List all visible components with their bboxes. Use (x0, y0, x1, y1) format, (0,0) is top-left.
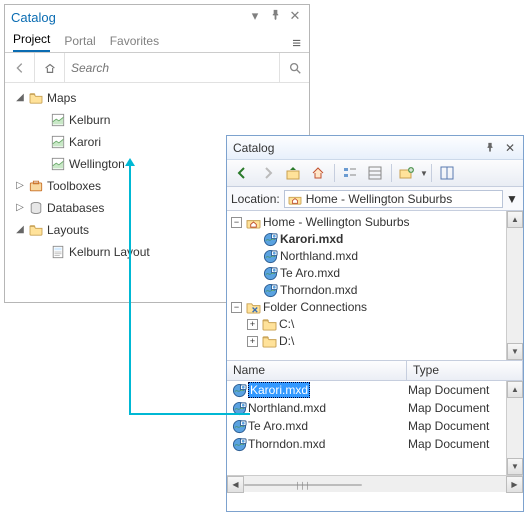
layout-icon (49, 245, 67, 259)
list-row[interactable]: Northland.mxdMap Document (227, 399, 523, 417)
mxd-icon (231, 437, 248, 452)
mxd-icon (262, 232, 279, 247)
folder-icon (261, 335, 278, 348)
pro-title: Catalog (11, 10, 56, 25)
home-folder-icon (287, 193, 303, 205)
search-icon[interactable] (279, 53, 309, 83)
map-icon (49, 157, 67, 171)
folder-conn-icon (245, 301, 262, 314)
mxd-icon (262, 283, 279, 298)
old-toolbar: ▼ (227, 160, 523, 187)
v-scrollbar[interactable]: ▲▼ (506, 381, 523, 475)
tree-folder-connections[interactable]: −Folder Connections (231, 299, 521, 316)
row-name: Northland.mxd (248, 401, 408, 415)
folder-icon (261, 318, 278, 331)
home-button[interactable] (35, 53, 65, 83)
expander-icon[interactable]: ◢ (13, 219, 27, 241)
tab-portal[interactable]: Portal (64, 32, 95, 52)
mxd-item[interactable]: Karori.mxd (247, 231, 521, 248)
close-button[interactable]: ✕ (287, 9, 303, 25)
old-titlebar: Catalog ✕ (227, 136, 523, 160)
map-icon (49, 113, 67, 127)
back-button[interactable] (5, 53, 35, 83)
location-box[interactable]: Home - Wellington Suburbs (284, 190, 503, 208)
search-input[interactable] (65, 54, 279, 82)
location-dropdown-icon[interactable]: ▼ (505, 192, 519, 206)
hamburger-icon[interactable]: ≡ (292, 35, 301, 52)
close-button[interactable]: ✕ (503, 141, 517, 155)
map-item-kelburn[interactable]: Kelburn (35, 109, 309, 131)
list-header: Name Type (227, 361, 523, 381)
expander-icon[interactable]: ▷ (13, 175, 27, 197)
list-row[interactable]: Karori.mxdMap Document (227, 381, 523, 399)
toggle-panel-button[interactable] (435, 162, 459, 184)
location-label: Location: (231, 192, 280, 206)
expander-icon[interactable]: ◢ (13, 87, 27, 109)
home-button[interactable] (306, 162, 330, 184)
old-title: Catalog (233, 141, 274, 155)
map-icon (49, 135, 67, 149)
mxd-icon (231, 401, 248, 416)
pro-tabbar: Project Portal Favorites ≡ (5, 29, 309, 53)
tab-favorites[interactable]: Favorites (110, 32, 159, 52)
mxd-icon (262, 266, 279, 281)
row-name: Thorndon.mxd (248, 437, 408, 451)
expand-icon[interactable]: + (247, 319, 258, 330)
list-row[interactable]: Thorndon.mxdMap Document (227, 435, 523, 453)
list-row[interactable]: Te Aro.mxdMap Document (227, 417, 523, 435)
back-button[interactable] (231, 162, 255, 184)
pin-button[interactable] (483, 141, 497, 155)
tree-maps[interactable]: ◢Maps (13, 87, 309, 109)
view-details-button[interactable] (363, 162, 387, 184)
connect-folder-button[interactable] (395, 162, 419, 184)
h-scrollbar[interactable]: ◀∣∣∣▶ (227, 475, 523, 492)
up-button[interactable] (281, 162, 305, 184)
mxd-icon (231, 419, 248, 434)
col-name[interactable]: Name (227, 361, 407, 380)
collapse-icon[interactable]: − (231, 217, 242, 228)
collapse-icon[interactable]: − (231, 302, 242, 313)
mxd-icon (262, 249, 279, 264)
pro-titlebar: Catalog ▾ ✕ (5, 5, 309, 29)
v-scrollbar[interactable]: ▲▼ (506, 211, 523, 360)
old-tree[interactable]: −Home - Wellington Suburbs Karori.mxd No… (227, 211, 523, 353)
tab-project[interactable]: Project (13, 30, 50, 52)
col-type[interactable]: Type (407, 361, 523, 380)
home-folder-icon (245, 216, 262, 229)
expand-icon[interactable]: + (247, 336, 258, 347)
mxd-icon (231, 383, 248, 398)
mxd-item[interactable]: Te Aro.mxd (247, 265, 521, 282)
mxd-item[interactable]: Northland.mxd (247, 248, 521, 265)
view-list-button[interactable] (338, 162, 362, 184)
forward-button[interactable] (256, 162, 280, 184)
database-icon (27, 201, 45, 215)
drive-item[interactable]: +D:\ (247, 333, 521, 350)
folder-icon (27, 92, 45, 104)
toolbox-icon (27, 179, 45, 193)
autohide-button[interactable]: ▾ (247, 9, 263, 25)
pin-button[interactable] (267, 9, 283, 25)
mxd-item[interactable]: Thorndon.mxd (247, 282, 521, 299)
expander-icon[interactable]: ▷ (13, 197, 27, 219)
dropdown-icon[interactable]: ▼ (420, 169, 428, 178)
row-name: Karori.mxd (248, 383, 408, 397)
row-name: Te Aro.mxd (248, 419, 408, 433)
folder-icon (27, 224, 45, 236)
drive-item[interactable]: +C:\ (247, 316, 521, 333)
tree-home[interactable]: −Home - Wellington Suburbs (231, 214, 521, 231)
